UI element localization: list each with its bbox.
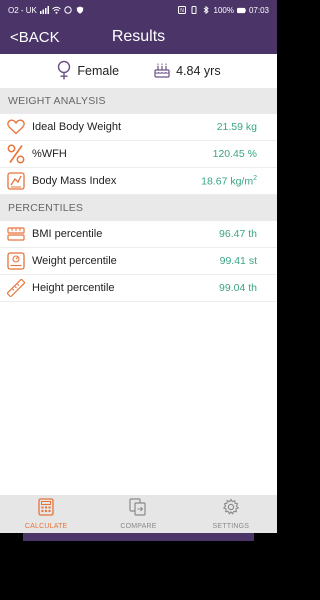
nav-settings[interactable]: SETTINGS <box>185 495 277 533</box>
nav-compare[interactable]: COMPARE <box>92 495 184 533</box>
weight-analysis-header: WEIGHT ANALYSIS <box>0 88 277 114</box>
profile-summary: Female 4.84 yrs <box>0 54 277 88</box>
wfh-row[interactable]: %WFH 120.45 % <box>0 141 277 168</box>
row-label: %WFH <box>32 148 67 160</box>
gender-item: Female <box>56 60 119 83</box>
gear-icon <box>222 498 240 521</box>
nav-label: COMPARE <box>120 523 157 530</box>
bmi-value: 18.67 kg/m <box>201 175 254 188</box>
height-percentile-row[interactable]: Height percentile 99.04 th <box>0 275 277 302</box>
shield-icon <box>76 6 85 14</box>
weight-percentile-row[interactable]: Weight percentile 99.41 st <box>0 248 277 275</box>
age-label: 4.84 yrs <box>176 64 221 78</box>
bottom-nav: CALCULATE COMPARE SETTINGS <box>0 495 277 533</box>
data-saver-icon <box>64 6 73 14</box>
battery-icon <box>236 6 246 14</box>
bmi-unit-superscript: 2 <box>253 174 257 182</box>
status-bar: O2 - UK N 100% 07:03 <box>0 0 277 20</box>
row-label: Weight percentile <box>32 255 117 267</box>
gender-label: Female <box>77 64 120 78</box>
row-value: 99.41 st <box>219 255 257 267</box>
nfc-icon: N <box>178 6 187 14</box>
ruler-icon <box>7 279 25 297</box>
back-button[interactable]: <BACK <box>0 29 60 46</box>
tape-icon <box>7 225 25 243</box>
wifi-icon <box>52 6 61 14</box>
heart-icon <box>7 118 25 136</box>
row-label: Ideal Body Weight <box>32 121 122 133</box>
percent-icon <box>7 144 25 164</box>
signal-icon <box>39 6 49 14</box>
nav-calculate[interactable]: CALCULATE <box>0 495 92 533</box>
nav-label: SETTINGS <box>212 523 250 530</box>
female-icon <box>56 60 72 83</box>
compare-icon <box>129 498 147 521</box>
nav-label: CALCULATE <box>24 523 68 530</box>
calculator-icon <box>38 498 54 521</box>
bmi-percentile-row[interactable]: BMI percentile 96.47 th <box>0 221 277 248</box>
birthday-cake-icon <box>153 61 171 82</box>
app-header: <BACK Results <box>0 20 277 54</box>
row-label: BMI percentile <box>32 228 103 240</box>
svg-text:N: N <box>180 8 184 14</box>
row-label: Height percentile <box>32 282 115 294</box>
bluetooth-icon <box>202 6 211 14</box>
row-value: 18.67 kg/m2 <box>201 175 257 188</box>
weight-scale-icon <box>7 252 25 270</box>
row-value: 21.59 kg <box>216 121 257 133</box>
results-content: Female 4.84 yrs WEIGHT ANALYSIS Ideal Bo… <box>0 54 277 541</box>
percentiles-header: PERCENTILES <box>0 195 277 221</box>
bmi-row[interactable]: Body Mass Index 18.67 kg/m2 <box>0 168 277 195</box>
row-value: 96.47 th <box>219 228 257 240</box>
row-label: Body Mass Index <box>32 175 117 187</box>
carrier-label: O2 - UK <box>8 5 37 15</box>
row-value: 120.45 % <box>212 148 257 160</box>
battery-percent: 100% <box>213 5 234 15</box>
row-value: 99.04 th <box>219 282 257 294</box>
vibrate-icon <box>190 6 199 14</box>
ideal-body-weight-row[interactable]: Ideal Body Weight 21.59 kg <box>0 114 277 141</box>
age-item: 4.84 yrs <box>153 61 221 82</box>
clock: 07:03 <box>248 5 269 15</box>
scale-icon <box>7 172 25 190</box>
